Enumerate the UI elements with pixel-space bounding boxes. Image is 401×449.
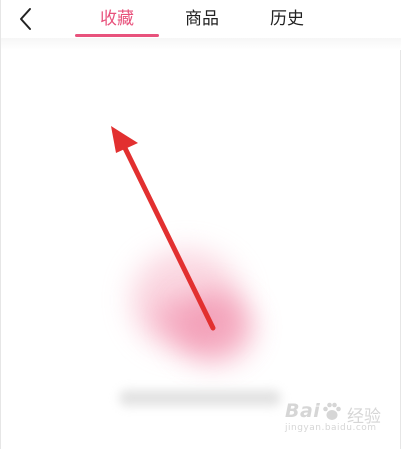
empty-state-blob [151, 300, 191, 335]
chevron-left-icon [20, 8, 31, 30]
watermark-jingyan-text: 经验 [347, 407, 381, 427]
tab-favorites[interactable]: 收藏 [75, 6, 159, 32]
app-screen: 收藏 商品 历史 Bai 经验 jingyan.baidu.com [0, 0, 401, 449]
back-button[interactable] [11, 4, 41, 34]
baidu-jingyan-watermark: Bai 经验 jingyan.baidu.com [285, 398, 395, 440]
empty-state-message-blurred [119, 390, 281, 406]
paw-icon [323, 402, 341, 420]
tab-history[interactable]: 历史 [254, 6, 320, 32]
empty-state-illustration [111, 230, 286, 380]
watermark-url: jingyan.baidu.com [285, 423, 377, 433]
annotation-arrow [111, 126, 216, 331]
watermark-brand-text: Bai [285, 400, 321, 422]
tab-products[interactable]: 商品 [169, 6, 235, 32]
header-shadow [1, 38, 401, 50]
active-tab-indicator [75, 34, 159, 37]
